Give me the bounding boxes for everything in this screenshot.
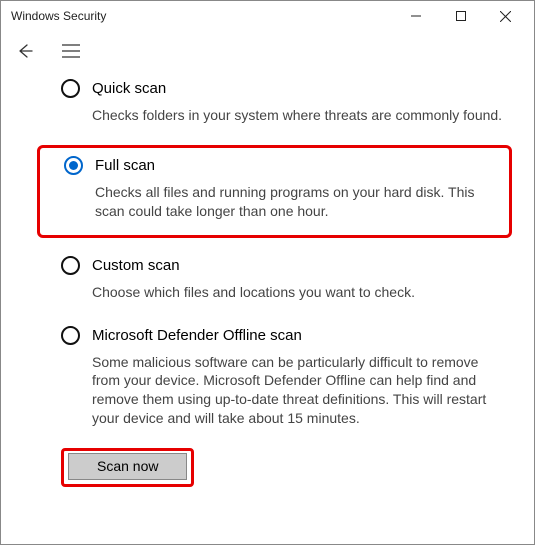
radio-icon <box>61 79 80 98</box>
option-description: Choose which files and locations you wan… <box>92 283 504 302</box>
back-arrow-icon <box>15 41 35 61</box>
option-title: Full scan <box>95 157 155 174</box>
window-title: Windows Security <box>11 9 106 23</box>
option-description: Checks all files and running programs on… <box>95 183 499 221</box>
maximize-icon <box>456 11 466 21</box>
close-icon <box>500 11 511 22</box>
option-quick-scan[interactable]: Quick scan Checks folders in your system… <box>61 75 512 135</box>
back-button[interactable] <box>13 39 37 63</box>
scan-options: Quick scan Checks folders in your system… <box>1 71 534 497</box>
toolbar <box>1 31 534 71</box>
scan-now-highlight: Scan now <box>61 448 194 487</box>
radio-icon <box>61 256 80 275</box>
titlebar: Windows Security <box>1 1 534 31</box>
option-custom-scan[interactable]: Custom scan Choose which files and locat… <box>61 252 512 312</box>
option-title: Custom scan <box>92 257 180 274</box>
maximize-button[interactable] <box>438 1 483 31</box>
minimize-icon <box>411 11 421 21</box>
scan-now-button[interactable]: Scan now <box>68 453 187 480</box>
radio-icon-selected <box>64 156 83 175</box>
radio-icon <box>61 326 80 345</box>
option-full-scan[interactable]: Full scan Checks all files and running p… <box>37 145 512 238</box>
minimize-button[interactable] <box>393 1 438 31</box>
option-title: Microsoft Defender Offline scan <box>92 327 302 344</box>
menu-button[interactable] <box>59 39 83 63</box>
option-title: Quick scan <box>92 80 166 97</box>
hamburger-icon <box>62 44 80 58</box>
option-offline-scan[interactable]: Microsoft Defender Offline scan Some mal… <box>61 322 512 439</box>
close-button[interactable] <box>483 1 528 31</box>
option-description: Some malicious software can be particula… <box>92 353 504 429</box>
option-description: Checks folders in your system where thre… <box>92 106 504 125</box>
